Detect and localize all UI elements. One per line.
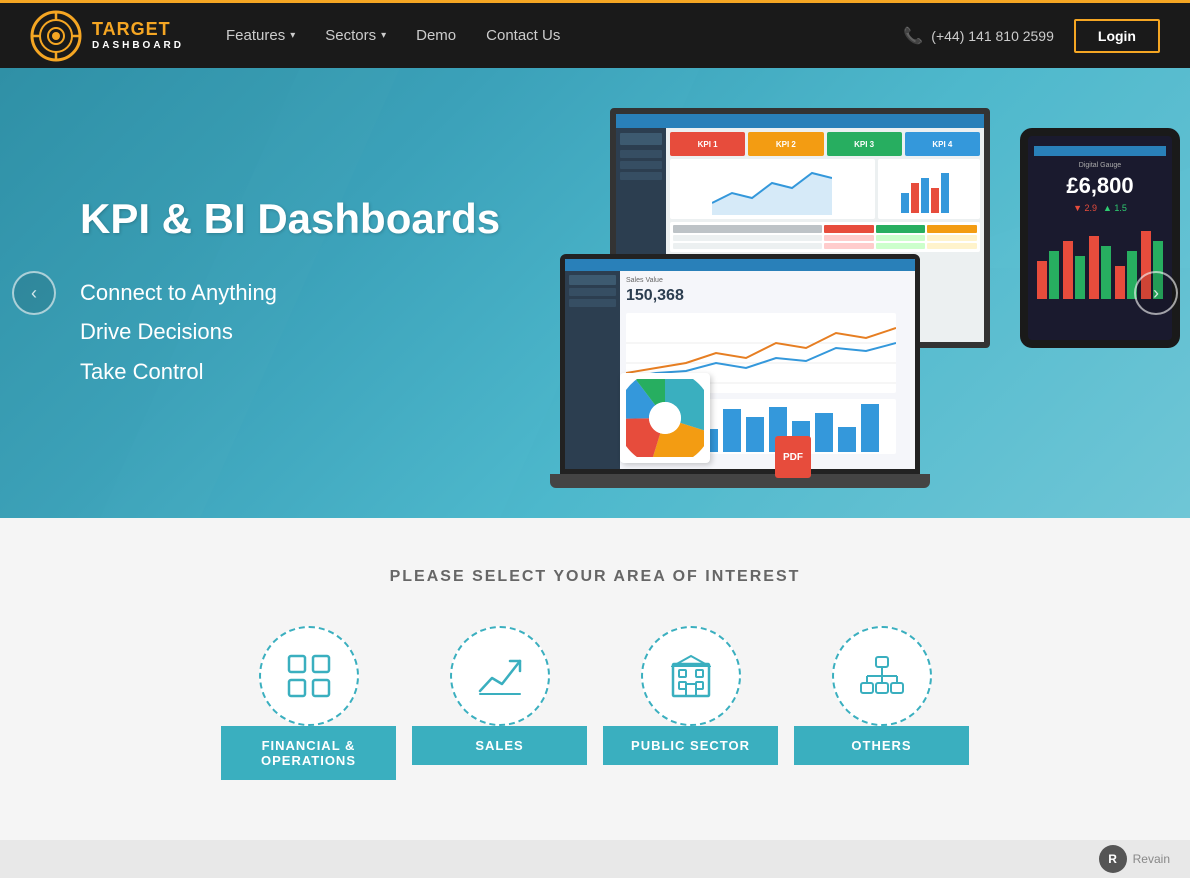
interest-title: PLEASE SELECT YOUR AREA OF INTEREST [20,568,1170,586]
hero-title: KPI & BI Dashboards [80,195,500,243]
dash-header [616,114,984,128]
navbar: TARGET DASHBOARD Features ▾ Sectors ▾ De… [0,0,1190,68]
navbar-left: TARGET DASHBOARD Features ▾ Sectors ▾ De… [30,10,572,62]
financial-label: FINANCIAL &OPERATIONS [221,726,396,780]
laptop-base [550,474,930,488]
bottom-bar: R Revain [0,840,1190,878]
nav-links: Features ▾ Sectors ▾ Demo Contact Us [214,19,572,52]
revain-icon: R [1099,845,1127,873]
card-public[interactable]: PUBLIC SECTOR [603,626,778,780]
hero-line2: Drive Decisions [80,312,500,352]
tablet-up-value: ▲ 1.5 [1103,203,1127,213]
card-others[interactable]: OTHERS [794,626,969,780]
tablet-device: Digital Gauge £6,800 ▼ 2.9 ▲ 1.5 [1020,128,1180,348]
login-button[interactable]: Login [1074,19,1160,53]
sales-label: SALES [412,726,587,765]
phone-icon: 📞 [903,26,923,46]
nav-sectors[interactable]: Sectors ▾ [313,19,398,52]
hero-section: ‹ KPI & BI Dashboards Connect to Anythin… [0,68,1190,518]
logo-link[interactable]: TARGET DASHBOARD [30,10,184,62]
laptop-device: Sales Value 150,368 [560,254,920,488]
pdf-icon: PDF [775,436,811,478]
interest-section: PLEASE SELECT YOUR AREA OF INTEREST FINA… [0,518,1190,840]
org-icon [859,656,905,696]
tablet-down-value: ▼ 2.9 [1073,203,1097,213]
hero-line1: Connect to Anything [80,273,500,313]
trend-icon [478,656,522,696]
tablet-label-text: Digital Gauge [1079,162,1121,169]
interest-cards: FINANCIAL &OPERATIONS SALES [20,626,1170,780]
slider-next-button[interactable]: › [1134,271,1178,315]
features-arrow-icon: ▾ [290,30,295,41]
navbar-right: 📞 (+44) 141 810 2599 Login [903,19,1160,53]
hero-images: KPI 1 KPI 2 KPI 3 KPI 4 [560,88,1190,508]
arrow-right-icon: › [1153,283,1159,304]
nav-demo[interactable]: Demo [404,19,468,52]
grid-icon [287,654,331,698]
hero-line3: Take Control [80,352,500,392]
public-icon-wrap [641,626,741,726]
hero-subtitle: Connect to Anything Drive Decisions Take… [80,273,500,392]
laptop-screen: Sales Value 150,368 [560,254,920,474]
slider-prev-button[interactable]: ‹ [12,271,56,315]
phone-wrap: 📞 (+44) 141 810 2599 [903,26,1054,46]
logo-text: TARGET DASHBOARD [92,20,184,51]
card-financial[interactable]: FINANCIAL &OPERATIONS [221,626,396,780]
sectors-arrow-icon: ▾ [381,30,386,41]
logo-dashboard-text: DASHBOARD [92,40,184,51]
financial-icon-wrap [259,626,359,726]
logo-target-text: TARGET [92,20,184,40]
sales-icon-wrap [450,626,550,726]
public-label: PUBLIC SECTOR [603,726,778,765]
nav-features[interactable]: Features ▾ [214,19,307,52]
others-icon-wrap [832,626,932,726]
building-icon [671,654,711,698]
logo-icon [30,10,82,62]
tablet-value-text: £6,800 [1066,173,1133,199]
card-sales[interactable]: SALES [412,626,587,780]
others-label: OTHERS [794,726,969,765]
tablet-screen: Digital Gauge £6,800 ▼ 2.9 ▲ 1.5 [1020,128,1180,348]
revain-badge: R Revain [1099,845,1170,873]
sales-value-display: 150,368 [626,287,909,305]
revain-label: Revain [1133,852,1170,866]
arrow-left-icon: ‹ [31,283,37,304]
nav-contact[interactable]: Contact Us [474,19,572,52]
phone-number: (+44) 141 810 2599 [931,28,1054,44]
hero-content: KPI & BI Dashboards Connect to Anything … [0,195,500,392]
tablet-change: ▼ 2.9 ▲ 1.5 [1073,203,1127,213]
